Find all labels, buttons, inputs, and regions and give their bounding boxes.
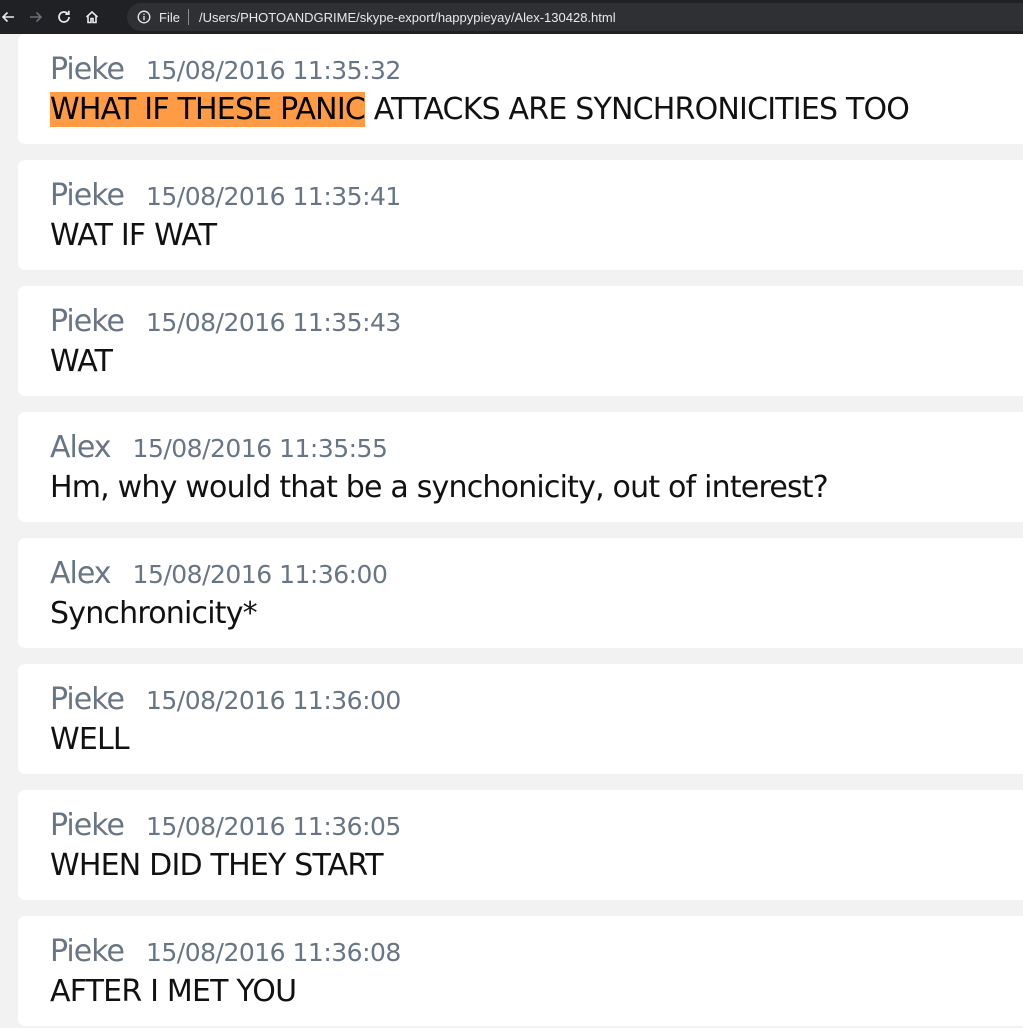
message-card: Pieke 15/08/2016 11:36:05 WHEN DID THEY S… xyxy=(18,790,1023,900)
message-card: Pieke 15/08/2016 11:36:08 AFTER I MET YOU xyxy=(18,916,1023,1026)
message-timestamp: 15/08/2016 11:36:00 xyxy=(132,560,388,589)
message-author: Pieke xyxy=(50,808,125,843)
message-header: Pieke 15/08/2016 11:35:41 xyxy=(50,178,401,218)
message-card: Alex 15/08/2016 11:35:55 Hm, why would th… xyxy=(18,412,1023,522)
info-icon[interactable] xyxy=(137,10,151,24)
message-text: WAT xyxy=(50,344,113,379)
message-timestamp: 15/08/2016 11:36:05 xyxy=(145,812,401,841)
search-highlight: WHAT IF THESE PANIC xyxy=(50,92,366,127)
message-text: WHEN DID THEY START xyxy=(50,848,384,883)
message-author: Pieke xyxy=(50,178,125,213)
arrow-right-icon xyxy=(30,11,43,23)
reload-icon xyxy=(58,10,70,23)
message-header: Pieke 15/08/2016 11:36:00 xyxy=(50,682,401,722)
reload-button[interactable] xyxy=(50,3,78,31)
message-timestamp: 15/08/2016 11:35:55 xyxy=(132,434,388,463)
message-card: Pieke 15/08/2016 11:35:32 WHAT IF THESE P… xyxy=(18,34,1023,144)
message-header: Pieke 15/08/2016 11:36:08 xyxy=(50,934,401,974)
url-text[interactable]: /Users/PHOTOANDGRIME/skype-export/happyp… xyxy=(199,10,616,25)
home-icon xyxy=(85,10,99,24)
address-separator xyxy=(187,9,189,25)
message-author: Pieke xyxy=(50,682,125,717)
message-text: WAT IF WAT xyxy=(50,218,217,253)
message-author: Pieke xyxy=(50,52,125,87)
message-author: Pieke xyxy=(50,934,125,969)
message-author: Pieke xyxy=(50,304,125,339)
message-header: Pieke 15/08/2016 11:35:32 xyxy=(50,52,401,92)
forward-button[interactable] xyxy=(22,3,50,31)
arrow-left-icon xyxy=(1,11,14,23)
message-card: Pieke 15/08/2016 11:35:41 WAT IF WAT xyxy=(18,160,1023,270)
message-author: Alex xyxy=(50,556,112,591)
message-text: WHAT IF THESE PANIC ATTACKS ARE SYNCHRON… xyxy=(50,91,910,129)
message-text: WELL xyxy=(50,722,130,757)
browser-toolbar: File /Users/PHOTOANDGRIME/skype-export/h… xyxy=(0,0,1023,34)
message-timestamp: 15/08/2016 11:35:41 xyxy=(145,182,401,211)
message-header: Alex 15/08/2016 11:35:55 xyxy=(50,430,388,470)
message-header: Pieke 15/08/2016 11:35:43 xyxy=(50,304,401,344)
message-timestamp: 15/08/2016 11:36:08 xyxy=(145,938,401,967)
message-card: Alex 15/08/2016 11:36:00 Synchronicity* xyxy=(18,538,1023,648)
message-card: Pieke 15/08/2016 11:36:00 WELL xyxy=(18,664,1023,774)
message-card: Pieke 15/08/2016 11:35:43 WAT xyxy=(18,286,1023,396)
message-text: Synchronicity* xyxy=(50,596,258,631)
message-timestamp: 15/08/2016 11:35:32 xyxy=(145,56,401,85)
address-bar[interactable]: File /Users/PHOTOANDGRIME/skype-export/h… xyxy=(127,3,1023,31)
scheme-label[interactable]: File xyxy=(159,10,180,25)
message-timestamp: 15/08/2016 11:35:43 xyxy=(145,308,401,337)
message-text: Hm, why would that be a synchonicity, ou… xyxy=(50,470,829,505)
message-header: Pieke 15/08/2016 11:36:05 xyxy=(50,808,401,848)
home-button[interactable] xyxy=(78,3,106,31)
message-header: Alex 15/08/2016 11:36:00 xyxy=(50,556,388,596)
message-text: AFTER I MET YOU xyxy=(50,974,297,1009)
message-timestamp: 15/08/2016 11:36:00 xyxy=(145,686,401,715)
message-author: Alex xyxy=(50,430,112,465)
message-text-rest: ATTACKS ARE SYNCHRONICITIES TOO xyxy=(365,92,910,127)
back-button[interactable] xyxy=(0,3,22,31)
